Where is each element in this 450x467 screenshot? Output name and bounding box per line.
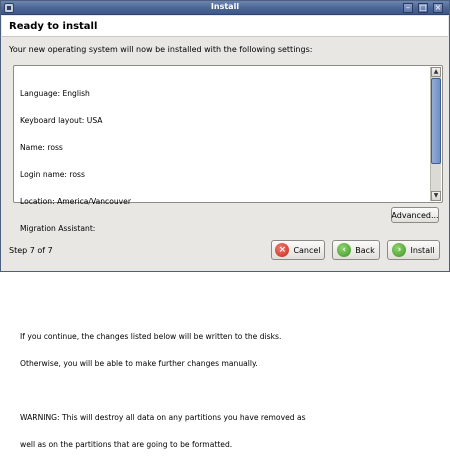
close-icon[interactable]: × xyxy=(433,3,443,13)
installer-window: Install – □ × Ready to install Your new … xyxy=(0,0,450,449)
setting-name: Name: ross xyxy=(20,143,63,152)
warning-line: well as on the partitions that are going… xyxy=(20,440,233,449)
settings-summary[interactable]: Language: English Keyboard layout: USA N… xyxy=(13,65,443,449)
setting-keyboard: Keyboard layout: USA xyxy=(20,116,103,125)
notice-line: Otherwise, you will be able to make furt… xyxy=(20,359,258,368)
notice-line: If you continue, the changes listed belo… xyxy=(20,332,282,341)
page-title: Ready to install xyxy=(9,21,98,32)
back-label: Back xyxy=(355,245,375,255)
cancel-label: Cancel xyxy=(293,245,321,255)
scroll-up-icon[interactable]: ▲ xyxy=(431,67,441,77)
summary-text: Language: English Keyboard layout: USA N… xyxy=(20,71,426,467)
cancel-button[interactable]: × Cancel xyxy=(271,240,325,260)
minimize-icon[interactable]: – xyxy=(403,3,413,13)
back-button[interactable]: ‹ Back xyxy=(332,240,380,260)
advanced-button[interactable]: Advanced... xyxy=(391,207,439,223)
back-icon: ‹ xyxy=(337,243,352,257)
step-indicator: Step 7 of 7 xyxy=(9,246,53,255)
warning-line: WARNING: This will destroy all data on a… xyxy=(20,413,306,422)
install-button[interactable]: › Install xyxy=(387,240,440,260)
setting-migration: Migration Assistant: xyxy=(20,224,96,233)
scroll-down-icon[interactable]: ▼ xyxy=(431,191,441,201)
install-icon: › xyxy=(392,243,407,257)
setting-login: Login name: ross xyxy=(20,170,85,179)
setting-language: Language: English xyxy=(20,89,90,98)
page-description: Your new operating system will now be in… xyxy=(9,45,313,54)
maximize-icon[interactable]: □ xyxy=(418,3,428,13)
scroll-thumb[interactable] xyxy=(431,78,441,164)
vertical-scrollbar[interactable]: ▲ ▼ xyxy=(430,67,441,201)
install-label: Install xyxy=(410,245,435,255)
title-bar[interactable]: Install – □ × xyxy=(1,1,449,15)
setting-location: Location: America/Vancouver xyxy=(20,197,131,206)
cancel-icon: × xyxy=(275,243,290,257)
page-header: Ready to install xyxy=(2,16,448,37)
window-title: Install xyxy=(210,2,240,11)
